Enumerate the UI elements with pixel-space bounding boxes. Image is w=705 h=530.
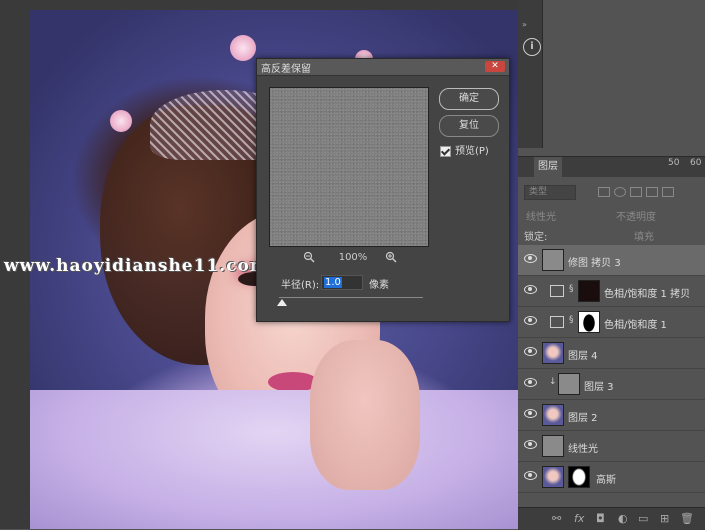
layer-name: 线性光 <box>568 444 598 455</box>
visibility-eye-icon[interactable] <box>524 347 537 356</box>
visibility-eye-icon[interactable] <box>524 316 537 325</box>
layer-row[interactable]: 图层 2 <box>518 400 705 431</box>
checkbox-checked-icon[interactable] <box>440 145 451 157</box>
lock-label: 锁定: <box>524 232 548 243</box>
visibility-eye-icon[interactable] <box>524 440 537 449</box>
hand <box>310 340 420 490</box>
layer-name: 修图 拷贝 3 <box>568 258 621 269</box>
zoom-level: 100% <box>338 252 368 263</box>
dialog-title: 高反差保留 <box>261 64 311 75</box>
mask-thumbnail <box>568 466 590 488</box>
adjustment-layer-icon <box>550 316 564 328</box>
layer-name: 图层 2 <box>568 413 598 424</box>
layer-thumbnail <box>542 404 564 426</box>
high-pass-dialog: 高反差保留 ✕ 100% 确定 复位 预览(P) 半径(R): 1.0 像素 <box>256 58 510 322</box>
zoom-in-icon[interactable] <box>385 251 397 266</box>
link-icon[interactable]: ⚯ <box>552 512 561 525</box>
layer-name: 色相/饱和度 1 拷贝 <box>604 289 691 300</box>
flower <box>230 35 256 61</box>
ruler-tick: 60 <box>690 158 702 168</box>
zoom-out-icon[interactable] <box>303 251 315 266</box>
close-button[interactable]: ✕ <box>485 61 505 72</box>
layer-thumbnail <box>542 466 564 488</box>
blend-row: 线性光 不透明度 <box>518 207 705 223</box>
preview-zoom-controls: 100% <box>269 251 427 265</box>
opacity-label: 不透明度 <box>616 212 656 223</box>
lock-row: 锁定: 填充 <box>518 227 705 243</box>
reset-button[interactable]: 复位 <box>439 115 499 137</box>
radius-input[interactable]: 1.0 <box>321 275 363 290</box>
visibility-eye-icon[interactable] <box>524 471 537 480</box>
layers-panel: 图层 类型 线性光 不透明度 锁定: 填充 修图 拷贝 3 § 色相/饱和度 1… <box>518 156 705 530</box>
filter-smart-icon[interactable] <box>662 187 674 197</box>
radius-slider-thumb[interactable] <box>277 299 287 306</box>
new-layer-icon[interactable]: ⊞ <box>660 512 669 525</box>
layer-name: 高斯 <box>596 475 616 486</box>
layer-name: 图层 3 <box>584 382 614 393</box>
mask-icon[interactable]: ◘ <box>596 512 605 525</box>
preview-checkbox[interactable]: 预览(P) <box>440 142 489 157</box>
adjustment-layer-icon <box>550 285 564 297</box>
filter-kind-select[interactable]: 类型 <box>524 185 576 200</box>
preview-label: 预览(P) <box>455 146 489 157</box>
layer-name: 图层 4 <box>568 351 598 362</box>
tab-layers[interactable]: 图层 <box>534 157 562 177</box>
info-icon[interactable]: i <box>523 38 541 56</box>
layer-thumbnail <box>558 373 580 395</box>
layers-bottom-toolbar: ⚯ fx ◘ ◐ ▭ ⊞ 🗑 <box>518 507 705 530</box>
link-icon: § <box>569 315 574 325</box>
clipping-arrow-icon: ↓ <box>549 377 557 387</box>
layer-row[interactable]: 修图 拷贝 3 <box>518 245 705 276</box>
dialog-titlebar[interactable]: 高反差保留 ✕ <box>257 59 509 76</box>
layer-row[interactable]: 图层 4 <box>518 338 705 369</box>
layer-thumbnail <box>542 435 564 457</box>
group-icon[interactable]: ▭ <box>638 512 648 525</box>
filter-adjustment-icon[interactable] <box>614 187 626 197</box>
ok-button[interactable]: 确定 <box>439 88 499 110</box>
fx-icon[interactable]: fx <box>574 512 584 525</box>
mask-thumbnail <box>578 280 600 302</box>
radius-unit: 像素 <box>369 280 389 291</box>
visibility-eye-icon[interactable] <box>524 378 537 387</box>
layer-thumbnail <box>542 249 564 271</box>
fill-label: 填充 <box>634 232 654 243</box>
radius-value: 1.0 <box>324 277 342 288</box>
visibility-eye-icon[interactable] <box>524 254 537 263</box>
filter-preview[interactable] <box>269 87 429 247</box>
layer-filter-row: 类型 <box>518 183 705 201</box>
mask-thumbnail <box>578 311 600 333</box>
radius-label: 半径(R): <box>281 280 320 291</box>
layer-row[interactable]: § 色相/饱和度 1 <box>518 307 705 338</box>
layer-row[interactable]: 线性光 <box>518 431 705 462</box>
tulle-dress <box>30 390 518 529</box>
adjustment-icon[interactable]: ◐ <box>618 512 628 525</box>
filter-pixel-icon[interactable] <box>598 187 610 197</box>
filter-shape-icon[interactable] <box>646 187 658 197</box>
layer-name: 色相/饱和度 1 <box>604 320 667 331</box>
link-icon: § <box>569 284 574 294</box>
layer-list: 修图 拷贝 3 § 色相/饱和度 1 拷贝 § 色相/饱和度 1 图层 4 ↓ … <box>518 245 705 493</box>
blend-mode-select[interactable]: 线性光 <box>526 208 556 223</box>
visibility-eye-icon[interactable] <box>524 409 537 418</box>
layer-row[interactable]: ↓ 图层 3 <box>518 369 705 400</box>
ruler-tick: 50 <box>668 158 680 168</box>
filter-type-icon[interactable] <box>630 187 642 197</box>
layer-row[interactable]: 高斯 <box>518 462 705 493</box>
collapse-arrows-icon[interactable]: » <box>522 20 546 30</box>
radius-slider-track[interactable] <box>279 297 423 298</box>
layer-row[interactable]: § 色相/饱和度 1 拷贝 <box>518 276 705 307</box>
watermark: www.haoyidianshe11.com <box>4 256 269 276</box>
flower <box>110 110 132 132</box>
visibility-eye-icon[interactable] <box>524 285 537 294</box>
trash-icon[interactable]: 🗑 <box>680 512 694 525</box>
layer-thumbnail <box>542 342 564 364</box>
